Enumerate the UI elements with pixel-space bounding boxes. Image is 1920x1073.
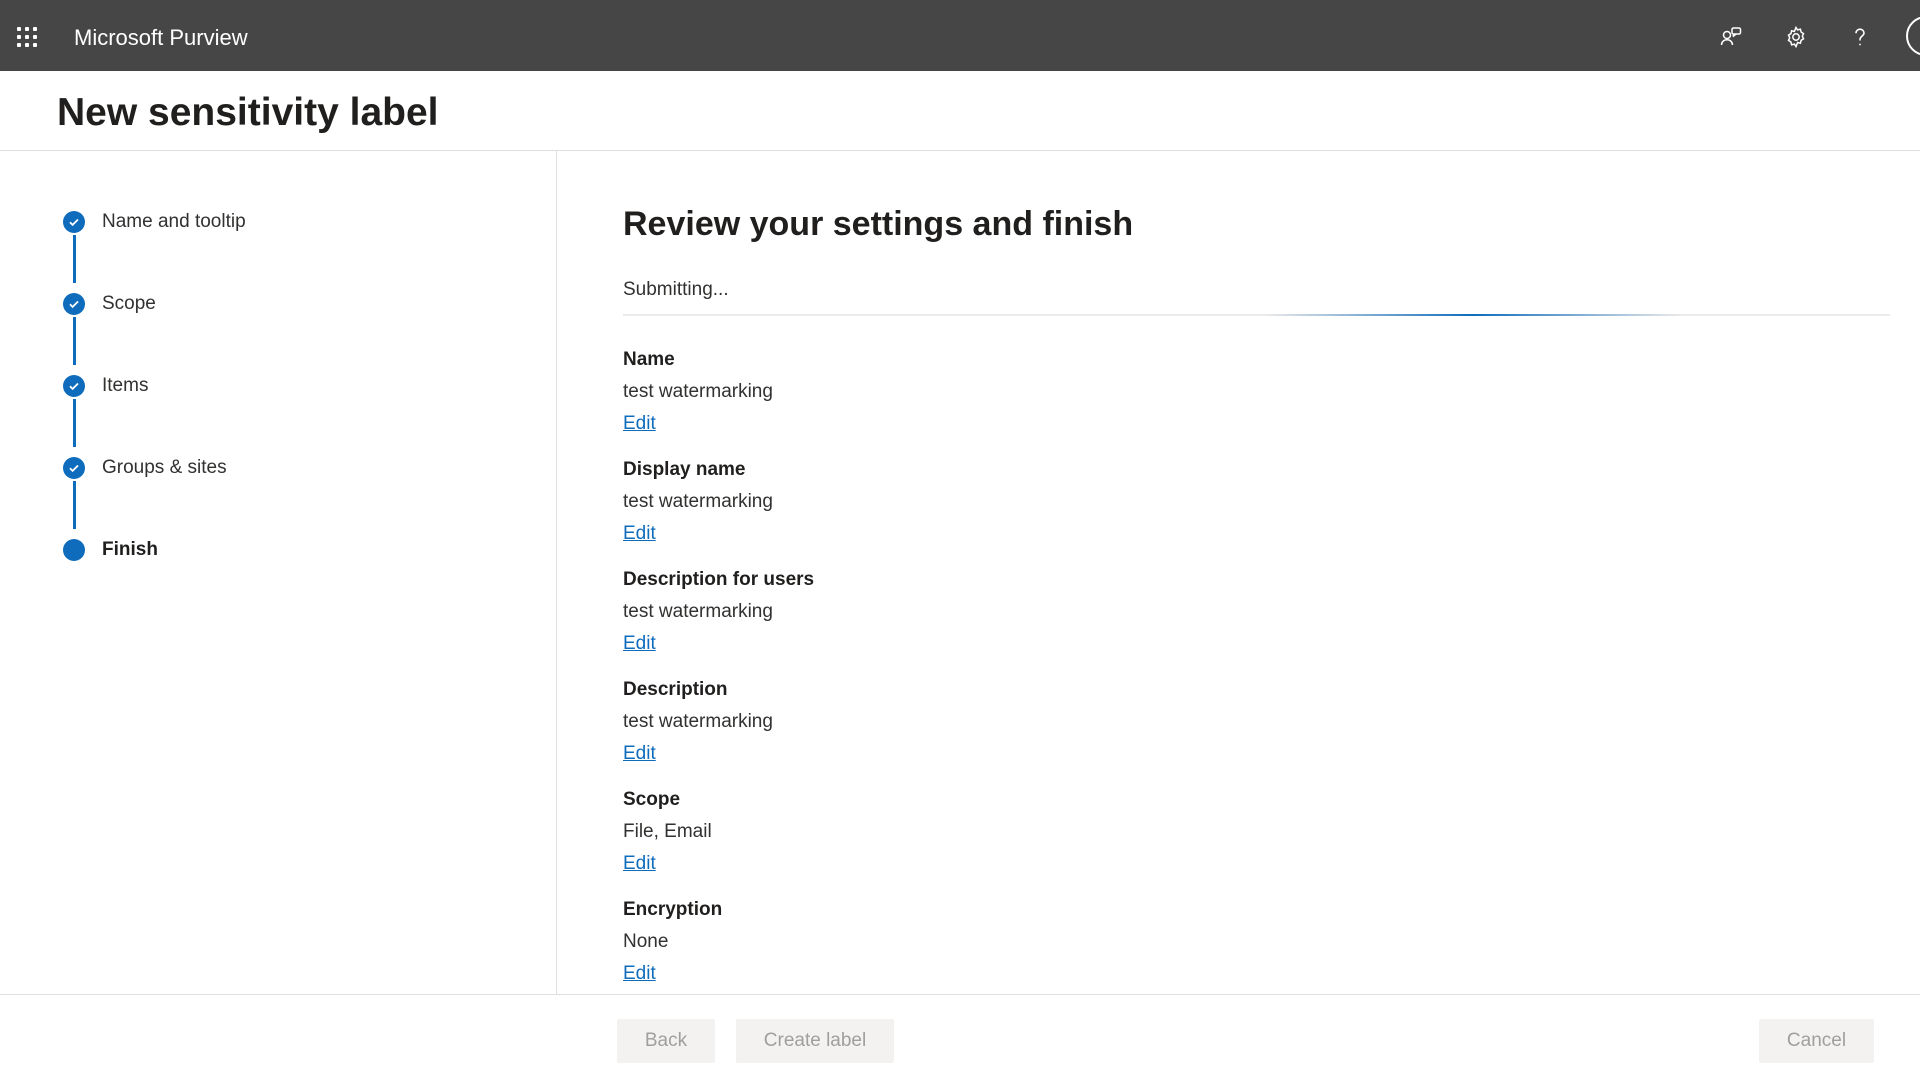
step-scope[interactable]: Scope (63, 290, 156, 318)
step-label: Name and tooltip (102, 211, 246, 232)
edit-link[interactable]: Edit (623, 851, 656, 877)
step-items[interactable]: Items (63, 372, 148, 400)
create-label-button[interactable]: Create label (736, 1019, 894, 1063)
app-launcher-icon[interactable] (17, 27, 41, 51)
step-groups-and-sites[interactable]: Groups & sites (63, 454, 227, 482)
edit-link[interactable]: Edit (623, 631, 656, 657)
review-section-scope: Scope File, Email Edit (623, 787, 1523, 877)
page-title: New sensitivity label (57, 91, 439, 134)
section-heading: Encryption (623, 899, 723, 920)
main-content: Review your settings and finish Submitti… (557, 151, 1920, 994)
step-finish[interactable]: Finish (63, 536, 158, 564)
cancel-button[interactable]: Cancel (1759, 1019, 1874, 1063)
current-step-icon (63, 539, 85, 561)
edit-link[interactable]: Edit (623, 411, 656, 437)
step-label: Scope (102, 293, 156, 314)
help-icon[interactable] (1845, 22, 1875, 52)
wizard-footer: Back Create label Cancel (0, 994, 1920, 1073)
checkmark-icon (63, 375, 85, 397)
checkmark-icon (63, 457, 85, 479)
step-connector (73, 399, 76, 447)
section-value: None (623, 931, 669, 952)
step-label: Items (102, 375, 149, 396)
checkmark-icon (63, 211, 85, 233)
section-heading: Display name (623, 459, 746, 480)
review-section-display-name: Display name test watermarking Edit (623, 457, 1523, 547)
review-section-description: Description test watermarking Edit (623, 677, 1523, 767)
page-header: New sensitivity label (0, 71, 1920, 151)
top-bar: Microsoft Purview (0, 0, 1920, 71)
review-section-encryption: Encryption None Edit (623, 897, 1523, 987)
back-button[interactable]: Back (617, 1019, 715, 1063)
edit-link[interactable]: Edit (623, 741, 656, 767)
section-heading: Description (623, 679, 728, 700)
edit-link[interactable]: Edit (623, 961, 656, 987)
wizard-stepper: Name and tooltip Scope Items Groups & si… (0, 151, 557, 994)
section-value: test watermarking (623, 491, 773, 512)
avatar[interactable] (1906, 16, 1920, 56)
community-icon[interactable] (1716, 22, 1746, 52)
settings-icon[interactable] (1781, 22, 1811, 52)
section-value: test watermarking (623, 711, 773, 732)
step-label: Groups & sites (102, 457, 227, 478)
step-connector (73, 235, 76, 283)
progress-indicator (623, 314, 1890, 316)
progress-bar (1263, 314, 1683, 316)
section-value: test watermarking (623, 601, 773, 622)
step-connector (73, 481, 76, 529)
review-section-description-for-users: Description for users test watermarking … (623, 567, 1523, 657)
status-text: Submitting... (623, 279, 729, 300)
step-label: Finish (102, 539, 158, 560)
section-value: test watermarking (623, 381, 773, 402)
app-title[interactable]: Microsoft Purview (74, 24, 248, 52)
section-title: Review your settings and finish (623, 205, 1134, 243)
section-heading: Scope (623, 789, 681, 810)
edit-link[interactable]: Edit (623, 521, 656, 547)
step-connector (73, 317, 76, 365)
review-section-name: Name test watermarking Edit (623, 347, 1523, 437)
section-value: File, Email (623, 821, 712, 842)
step-name-and-tooltip[interactable]: Name and tooltip (63, 208, 246, 236)
section-heading: Description for users (623, 569, 815, 590)
checkmark-icon (63, 293, 85, 315)
section-heading: Name (623, 349, 675, 370)
